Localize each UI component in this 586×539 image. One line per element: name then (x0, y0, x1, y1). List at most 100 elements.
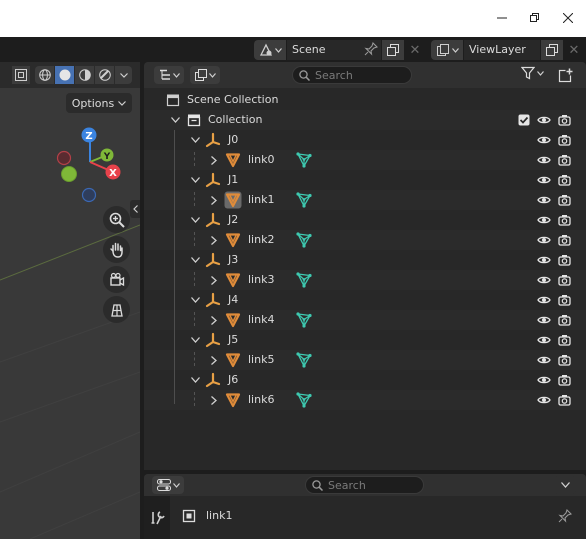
render-camera-icon[interactable] (557, 310, 571, 330)
render-camera-icon[interactable] (557, 210, 571, 230)
mesh-data-icon[interactable] (296, 230, 312, 250)
zoom-button[interactable] (103, 206, 130, 233)
scene-selector-button[interactable] (254, 40, 286, 60)
render-camera-icon[interactable] (557, 190, 571, 210)
visibility-eye-icon[interactable] (537, 290, 551, 310)
tool-tab[interactable] (150, 510, 166, 529)
close-window-button[interactable] (554, 6, 582, 30)
render-camera-icon[interactable] (557, 170, 571, 190)
viewlayer-name-field[interactable]: ViewLayer (464, 40, 540, 60)
maximize-button[interactable] (520, 6, 548, 30)
camera-view-button[interactable] (103, 266, 130, 293)
visibility-eye-icon[interactable] (537, 350, 551, 370)
outliner-row-joint[interactable]: J5 (144, 330, 586, 350)
collapse-chevron-icon[interactable] (188, 330, 202, 350)
collapse-chevron-icon[interactable] (188, 170, 202, 190)
outliner-row-joint[interactable]: J6 (144, 370, 586, 390)
pin-icon[interactable] (364, 41, 379, 61)
visibility-eye-icon[interactable] (537, 150, 551, 170)
new-collection-button[interactable] (556, 65, 576, 85)
expand-chevron-icon[interactable] (207, 270, 221, 290)
library-override-dropdown[interactable] (190, 66, 220, 84)
filter-dropdown[interactable] (521, 66, 544, 80)
visibility-eye-icon[interactable] (537, 130, 551, 150)
collapse-chevron-icon[interactable] (188, 250, 202, 270)
outliner-row-link[interactable]: link3 (144, 270, 586, 290)
outliner-row-joint[interactable]: J3 (144, 250, 586, 270)
solid-shading-button[interactable] (55, 66, 74, 84)
new-viewlayer-button[interactable] (541, 40, 563, 60)
collapse-chevron-icon[interactable] (168, 110, 182, 130)
viewport-options-button[interactable]: Options (66, 93, 132, 113)
visibility-eye-icon[interactable] (537, 310, 551, 330)
xray-toggle-button[interactable] (12, 66, 30, 84)
collapse-chevron-icon[interactable] (188, 370, 202, 390)
visibility-eye-icon[interactable] (537, 250, 551, 270)
outliner-row-link[interactable]: link2 (144, 230, 586, 250)
expand-chevron-icon[interactable] (207, 150, 221, 170)
properties-search-input[interactable]: Search (305, 476, 424, 494)
outliner-row-link[interactable]: link0 (144, 150, 586, 170)
pin-icon[interactable] (558, 508, 573, 528)
visibility-eye-icon[interactable] (537, 370, 551, 390)
visibility-eye-icon[interactable] (537, 230, 551, 250)
render-camera-icon[interactable] (557, 270, 571, 290)
mesh-data-icon[interactable] (296, 390, 312, 410)
outliner-row-joint[interactable]: J2 (144, 210, 586, 230)
render-camera-icon[interactable] (557, 150, 571, 170)
properties-options-dropdown[interactable] (554, 476, 576, 494)
sidebar-toggle-button[interactable] (130, 200, 140, 218)
visibility-eye-icon[interactable] (537, 190, 551, 210)
render-camera-icon[interactable] (557, 110, 571, 130)
visibility-eye-icon[interactable] (537, 330, 551, 350)
render-camera-icon[interactable] (557, 330, 571, 350)
negative-x-handle[interactable] (56, 150, 72, 166)
pan-button[interactable] (103, 236, 130, 263)
ortho-toggle-button[interactable] (103, 296, 130, 323)
expand-chevron-icon[interactable] (207, 230, 221, 250)
expand-chevron-icon[interactable] (207, 390, 221, 410)
mesh-data-icon[interactable] (296, 270, 312, 290)
exclude-checkbox[interactable] (517, 110, 531, 130)
visibility-eye-icon[interactable] (537, 170, 551, 190)
outliner-row-link[interactable]: link5 (144, 350, 586, 370)
editor-type-dropdown[interactable] (152, 476, 184, 494)
visibility-eye-icon[interactable] (537, 390, 551, 410)
viewlayer-selector-button[interactable] (431, 40, 463, 60)
outliner-row-link[interactable]: link1 (144, 190, 586, 210)
wireframe-shading-button[interactable] (35, 66, 54, 84)
mesh-data-icon[interactable] (296, 150, 312, 170)
render-camera-icon[interactable] (557, 250, 571, 270)
collapse-chevron-icon[interactable] (188, 130, 202, 150)
render-camera-icon[interactable] (557, 350, 571, 370)
collapse-chevron-icon[interactable] (188, 210, 202, 230)
render-camera-icon[interactable] (557, 130, 571, 150)
expand-chevron-icon[interactable] (207, 350, 221, 370)
shading-options-button[interactable] (115, 66, 132, 84)
remove-viewlayer-button[interactable]: ✕ (564, 40, 584, 60)
outliner-row-joint[interactable]: J0 (144, 130, 586, 150)
minimize-button[interactable] (488, 6, 516, 30)
unlink-scene-button[interactable]: ✕ (405, 40, 425, 60)
expand-chevron-icon[interactable] (207, 190, 221, 210)
material-shading-button[interactable] (75, 66, 94, 84)
3d-viewport[interactable]: Options Z Y X (0, 62, 140, 539)
navigation-gizmo[interactable]: Z Y X (0, 124, 140, 214)
negative-z-handle[interactable] (81, 187, 97, 203)
outliner-row-scene-collection[interactable]: Scene Collection (144, 90, 586, 110)
new-scene-button[interactable] (382, 40, 404, 60)
outliner-search-input[interactable]: Search (292, 66, 412, 84)
visibility-eye-icon[interactable] (537, 110, 551, 130)
display-mode-dropdown[interactable] (154, 66, 184, 84)
rendered-shading-button[interactable] (95, 66, 114, 84)
render-camera-icon[interactable] (557, 230, 571, 250)
mesh-data-icon[interactable] (296, 190, 312, 210)
visibility-eye-icon[interactable] (537, 210, 551, 230)
visibility-eye-icon[interactable] (537, 270, 551, 290)
outliner-row-joint[interactable]: J4 (144, 290, 586, 310)
outliner-row-link[interactable]: link4 (144, 310, 586, 330)
mesh-data-icon[interactable] (296, 350, 312, 370)
render-camera-icon[interactable] (557, 370, 571, 390)
outliner-row-joint[interactable]: J1 (144, 170, 586, 190)
expand-chevron-icon[interactable] (207, 310, 221, 330)
